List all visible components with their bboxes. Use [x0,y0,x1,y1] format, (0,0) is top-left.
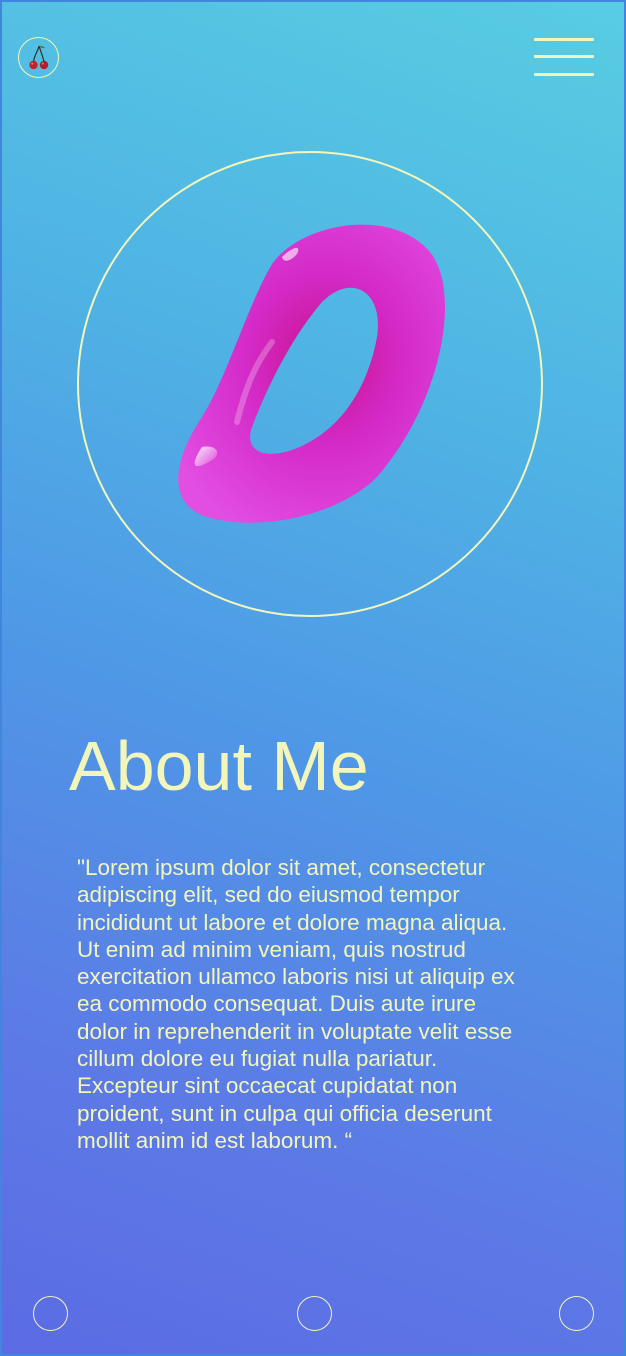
menu-bar-top [534,38,594,41]
cherry-logo-button[interactable] [18,37,59,78]
cherry-icon [28,45,48,69]
hamburger-menu-button[interactable] [534,38,596,78]
nav-dot-3[interactable] [559,1296,594,1331]
nav-dot-1[interactable] [33,1296,68,1331]
nav-dot-2[interactable] [297,1296,332,1331]
pink-blob-graphic [178,224,445,523]
page-title: About Me [69,727,369,805]
menu-bar-middle [534,55,594,58]
about-me-screen: About Me "Lorem ipsum dolor sit amet, co… [0,0,626,1356]
about-body-text: "Lorem ipsum dolor sit amet, consectetur… [77,855,515,1153]
menu-bar-bottom [534,73,594,76]
